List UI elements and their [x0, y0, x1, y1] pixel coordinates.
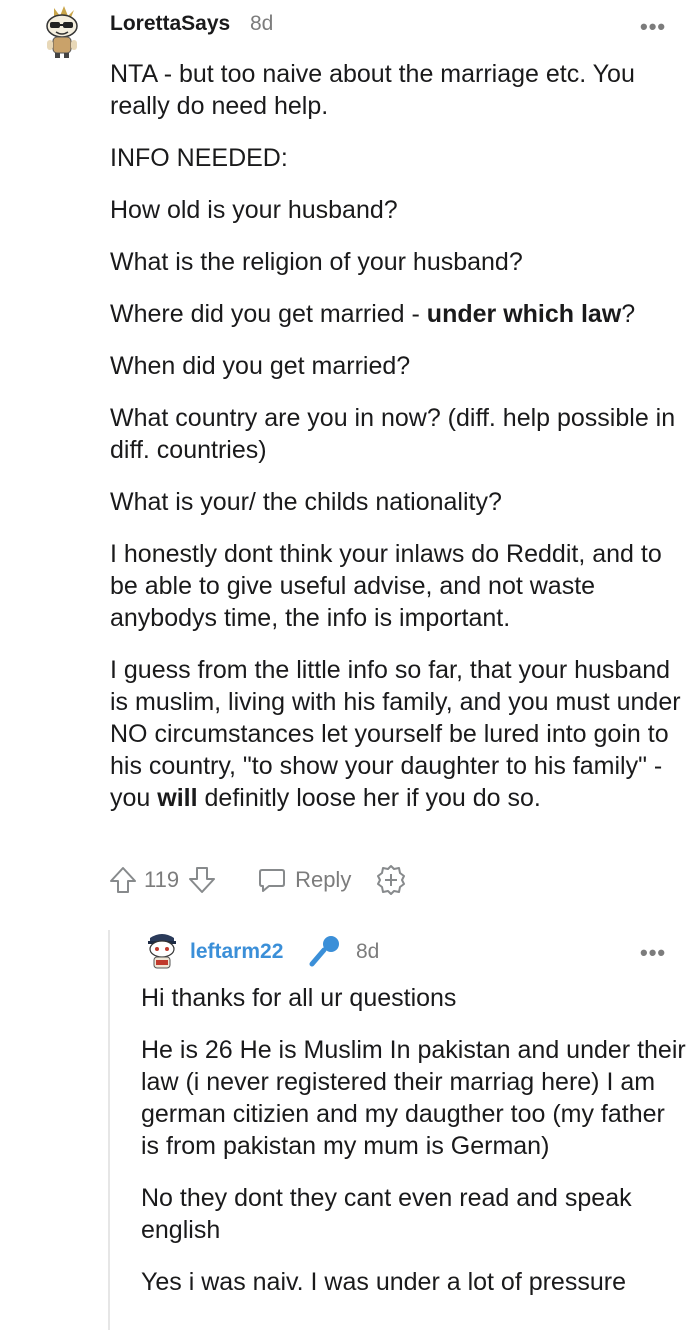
reply-author[interactable]: leftarm22 — [190, 940, 283, 964]
avatar[interactable] — [34, 4, 90, 60]
bold-text: under which law — [426, 300, 622, 328]
thread-line[interactable] — [108, 930, 110, 1330]
comment-paragraph: NTA - but too naive about the marriage e… — [110, 60, 635, 120]
award-button[interactable] — [375, 864, 407, 896]
comment-paragraph: What country are you in now? (diff. help… — [110, 404, 676, 464]
more-options-icon[interactable]: ••• — [640, 940, 666, 966]
bold-text: will — [157, 784, 198, 812]
reply-paragraph: Yes i was naiv. I was under a lot of pre… — [141, 1268, 626, 1296]
reply-paragraph: He is 26 He is Muslim In pakistan and un… — [141, 1036, 686, 1160]
comment-paragraph: What is the religion of your husband? — [110, 248, 523, 276]
reply-age: 8d — [356, 940, 380, 963]
comment-author[interactable]: LorettaSays — [110, 12, 230, 36]
comment-paragraph: I honestly dont think your inlaws do Red… — [110, 540, 662, 632]
text-span: Where did you get married - — [110, 300, 427, 328]
comment-age: 8d — [250, 12, 274, 35]
reply-paragraph: No they dont they cant even read and spe… — [141, 1184, 632, 1244]
reply-icon — [259, 869, 286, 892]
comment-actions: 119 Reply — [108, 862, 407, 898]
reply-body: Hi thanks for all ur questions He is 26 … — [141, 982, 686, 1318]
comment-paragraph: How old is your husband? — [110, 196, 398, 224]
reply-label: Reply — [295, 867, 352, 892]
award-icon — [377, 865, 406, 895]
comment-paragraph: What is your/ the childs nationality? — [110, 488, 502, 516]
reply-paragraph: Hi thanks for all ur questions — [141, 984, 457, 1012]
downvote-icon[interactable] — [187, 865, 217, 895]
comment-paragraph: I guess from the little info so far, tha… — [110, 654, 685, 814]
comment-paragraph: INFO NEEDED: — [110, 144, 288, 172]
text-span: ? — [621, 300, 636, 328]
upvote-icon[interactable] — [108, 865, 138, 895]
snoo-avatar-icon — [148, 934, 176, 969]
avatar[interactable] — [144, 930, 180, 972]
microphone-icon — [308, 934, 342, 968]
reply-button[interactable]: Reply — [257, 865, 351, 895]
comment-paragraph: When did you get married? — [110, 352, 411, 380]
snoo-avatar-icon — [46, 6, 78, 58]
comment-body: NTA - but too naive about the marriage e… — [110, 58, 685, 834]
comment-paragraph: Where did you get married - under which … — [110, 298, 685, 330]
text-span: definitly loose her if you do so. — [197, 784, 541, 812]
vote-score: 119 — [144, 867, 180, 892]
more-options-icon[interactable]: ••• — [640, 14, 666, 40]
